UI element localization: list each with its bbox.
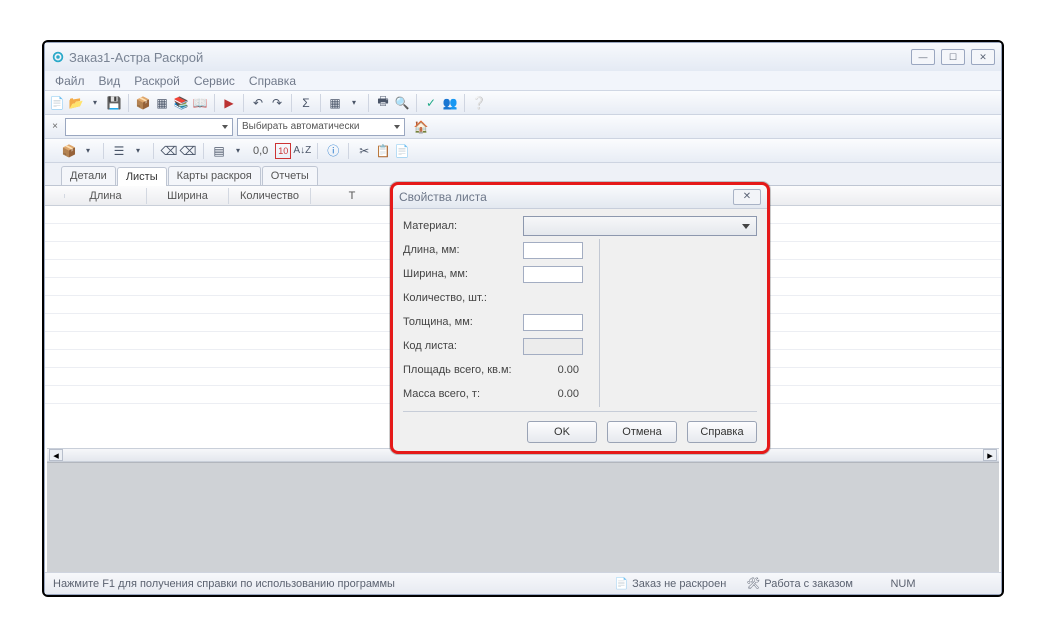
list-dropdown-icon[interactable]: ▾ [130, 143, 146, 159]
tab-reports[interactable]: Отчеты [262, 166, 318, 185]
toolbar-secondary: × Выбирать автоматически 🏠 [45, 115, 1001, 139]
tiles-dropdown-icon[interactable]: ▾ [346, 95, 362, 111]
zero-label[interactable]: 0,0 [253, 145, 268, 157]
sheet-icon: 📄 [614, 577, 628, 590]
label-code: Код листа: [403, 340, 523, 352]
dialog-sheet-properties: Свойства листа ✕ Материал: Длина, мм: Ши… [390, 182, 770, 454]
ok-button[interactable]: OK [527, 421, 597, 443]
ten-icon[interactable]: 10 [275, 143, 291, 159]
label-width: Ширина, мм: [403, 268, 523, 280]
label-material: Материал: [403, 220, 523, 232]
redo-icon[interactable]: ↷ [269, 95, 285, 111]
menu-help[interactable]: Справка [243, 72, 302, 90]
help-button[interactable]: Справка [687, 421, 757, 443]
combo-auto[interactable]: Выбирать автоматически [237, 118, 405, 136]
dialog-close-button[interactable]: ✕ [733, 189, 761, 205]
combo-left[interactable] [65, 118, 233, 136]
scroll-left-icon[interactable]: ◂ [49, 449, 63, 461]
combo-auto-label: Выбирать автоматически [242, 121, 359, 132]
toolbar-main: 📄 📂 ▾ 💾 📦 ▦ 📚 📖 ▶ ↶ ↷ Σ ▦ ▾ 🖶 🔍 ✓ 👥 [45, 91, 1001, 115]
grid-icon[interactable]: ▦ [154, 95, 170, 111]
erase2-icon[interactable]: ⌫ [180, 143, 196, 159]
book-icon[interactable]: 📖 [192, 95, 208, 111]
window-title: Заказ1-Астра Раскрой [69, 50, 203, 65]
print-icon[interactable]: 🖶 [375, 95, 391, 111]
col-t[interactable]: Т [311, 188, 393, 204]
col-length[interactable]: Длина [65, 188, 147, 204]
bottom-panel [47, 462, 999, 572]
cut-icon[interactable]: ✂ [356, 143, 372, 159]
close-button[interactable]: ✕ [971, 49, 995, 65]
col-qty[interactable]: Количество [229, 188, 311, 204]
cancel-button[interactable]: Отмена [607, 421, 677, 443]
combo-material[interactable] [523, 216, 757, 236]
app-icon [51, 50, 65, 64]
open-dropdown-icon[interactable]: ▾ [87, 95, 103, 111]
package-icon[interactable]: 📦 [135, 95, 151, 111]
menu-service[interactable]: Сервис [188, 72, 241, 90]
new-icon[interactable]: 📄 [49, 95, 65, 111]
status-hint: Нажмите F1 для получения справки по испо… [53, 578, 395, 590]
erase-icon[interactable]: ⌫ [161, 143, 177, 159]
value-mass: 0.00 [523, 388, 583, 400]
status-work: Работа с заказом [764, 578, 853, 590]
menu-view[interactable]: Вид [93, 72, 127, 90]
label-qty: Количество, шт.: [403, 292, 523, 304]
label-area: Площадь всего, кв.м: [403, 364, 523, 376]
menu-cut[interactable]: Раскрой [128, 72, 186, 90]
status-num: NUM [890, 578, 915, 590]
minimize-button[interactable]: — [911, 49, 935, 65]
check-icon[interactable]: ✓ [423, 95, 439, 111]
tab-sheets[interactable]: Листы [117, 167, 167, 186]
input-code[interactable] [523, 338, 583, 355]
dialog-title-text: Свойства листа [399, 190, 487, 204]
open-icon[interactable]: 📂 [68, 95, 84, 111]
group-icon[interactable]: 👥 [442, 95, 458, 111]
titlebar: Заказ1-Астра Раскрой — ☐ ✕ [45, 43, 1001, 71]
value-area: 0.00 [523, 364, 583, 376]
label-mass: Масса всего, т: [403, 388, 523, 400]
preview-icon[interactable]: 🔍 [394, 95, 410, 111]
input-thickness[interactable] [523, 314, 583, 331]
list-icon[interactable]: ☰ [111, 143, 127, 159]
menu-file[interactable]: Файл [49, 72, 91, 90]
run-icon[interactable]: ▶ [221, 95, 237, 111]
help-icon[interactable]: ❔ [471, 95, 487, 111]
info-icon[interactable]: ⓘ [325, 143, 341, 159]
paste-icon[interactable]: 📄 [394, 143, 410, 159]
status-cut: Заказ не раскроен [632, 578, 726, 590]
maximize-button[interactable]: ☐ [941, 49, 965, 65]
sum-icon[interactable]: Σ [298, 95, 314, 111]
input-length[interactable] [523, 242, 583, 259]
scroll-right-icon[interactable]: ▸ [983, 449, 997, 461]
menubar: Файл Вид Раскрой Сервис Справка [45, 71, 1001, 91]
label-thickness: Толщина, мм: [403, 316, 523, 328]
sort-icon[interactable]: A↓Z [294, 143, 310, 159]
label-length: Длина, мм: [403, 244, 523, 256]
statusbar: Нажмите F1 для получения справки по испо… [45, 572, 1001, 594]
tab-details[interactable]: Детали [61, 166, 116, 185]
input-width[interactable] [523, 266, 583, 283]
box-dropdown-icon[interactable]: ▾ [80, 143, 96, 159]
box-icon[interactable]: 📦 [61, 143, 77, 159]
undo-icon[interactable]: ↶ [250, 95, 266, 111]
dialog-titlebar: Свойства листа ✕ [393, 185, 767, 209]
col-width[interactable]: Ширина [147, 188, 229, 204]
close-panel-icon[interactable]: × [49, 121, 61, 132]
tiles-icon[interactable]: ▦ [327, 95, 343, 111]
home-icon[interactable]: 🏠 [413, 119, 429, 135]
copy-icon[interactable]: 📋 [375, 143, 391, 159]
tab-maps[interactable]: Карты раскроя [168, 166, 261, 185]
stack-icon[interactable]: 📚 [173, 95, 189, 111]
fill-icon[interactable]: ▤ [211, 143, 227, 159]
toolbar-tertiary: 📦 ▾ ☰ ▾ ⌫ ⌫ ▤ ▾ 0,0 10 A↓Z ⓘ ✂ 📋 📄 [45, 139, 1001, 163]
work-icon: 🛠 [746, 577, 760, 590]
grid-corner[interactable] [45, 194, 65, 198]
fill-dropdown-icon[interactable]: ▾ [230, 143, 246, 159]
save-icon[interactable]: 💾 [106, 95, 122, 111]
